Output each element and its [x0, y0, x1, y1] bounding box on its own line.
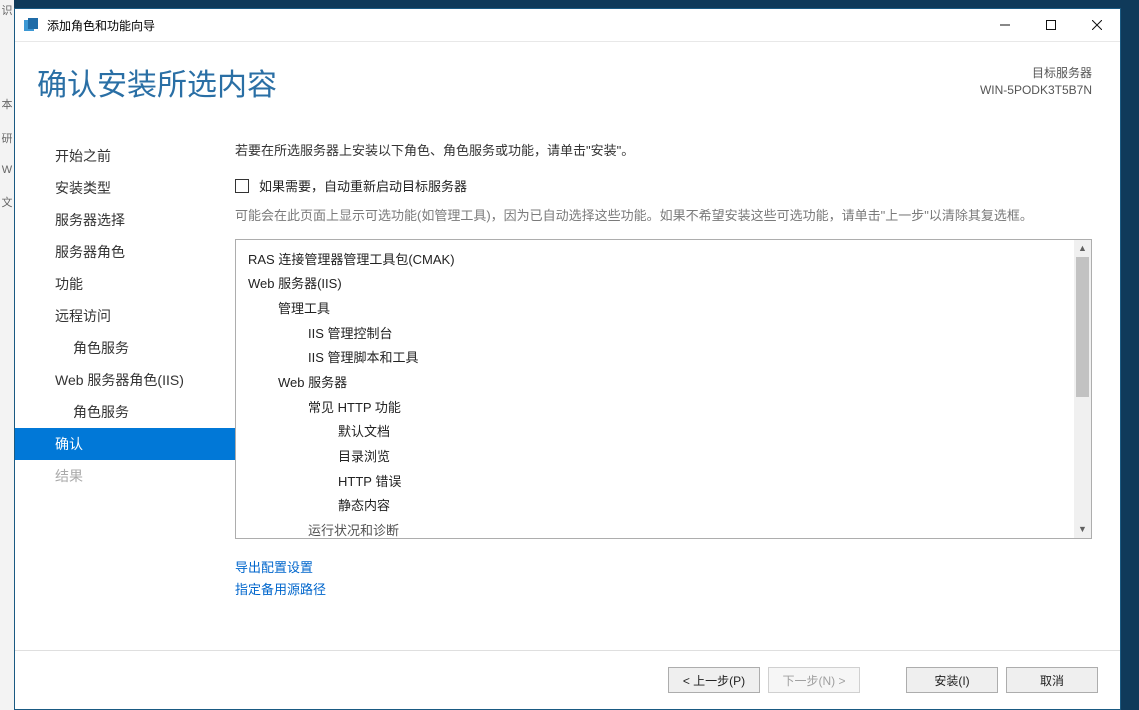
auto-restart-checkbox[interactable]: 如果需要，自动重新启动目标服务器 [235, 176, 1092, 195]
background-window-edge: 识 本 研 W 文 [0, 0, 15, 710]
nav-before-you-begin[interactable]: 开始之前 [15, 140, 235, 172]
tree-item: 管理工具 [248, 297, 1074, 322]
app-icon [23, 17, 39, 33]
scroll-down-arrow[interactable]: ▼ [1074, 521, 1091, 538]
nav-ra-role-services[interactable]: 角色服务 [15, 332, 235, 364]
selections-tree: RAS 连接管理器管理工具包(CMAK)Web 服务器(IIS)管理工具IIS … [235, 239, 1092, 539]
body: 开始之前安装类型服务器选择服务器角色功能远程访问角色服务Web 服务器角色(II… [15, 122, 1120, 650]
page-title: 确认安装所选内容 [37, 60, 277, 104]
export-config-link[interactable]: 导出配置设置 [235, 557, 1092, 579]
nav-installation-type[interactable]: 安装类型 [15, 172, 235, 204]
wizard-window: 添加角色和功能向导 确认安装所选内容 目标服务器 WIN-5PODK3T5B7N… [14, 8, 1121, 710]
scrollbar[interactable]: ▲ ▼ [1074, 240, 1091, 538]
header-band: 确认安装所选内容 目标服务器 WIN-5PODK3T5B7N [15, 42, 1120, 122]
target-server-info: 目标服务器 WIN-5PODK3T5B7N [980, 65, 1092, 99]
nav-results: 结果 [15, 460, 235, 492]
tree-item: RAS 连接管理器管理工具包(CMAK) [248, 248, 1074, 273]
sidebar: 开始之前安装类型服务器选择服务器角色功能远程访问角色服务Web 服务器角色(II… [15, 122, 235, 650]
footer: < 上一步(P) 下一步(N) > 安装(I) 取消 [15, 650, 1120, 709]
tree-item: IIS 管理脚本和工具 [248, 346, 1074, 371]
tree-item: 默认文档 [248, 420, 1074, 445]
checkbox-box[interactable] [235, 179, 249, 193]
alternate-source-link[interactable]: 指定备用源路径 [235, 579, 1092, 601]
cancel-button[interactable]: 取消 [1006, 667, 1098, 693]
close-button[interactable] [1074, 9, 1120, 41]
window-title: 添加角色和功能向导 [47, 17, 155, 34]
nav-server-roles[interactable]: 服务器角色 [15, 236, 235, 268]
main-panel: 若要在所选服务器上安装以下角色、角色服务或功能，请单击"安装"。 如果需要，自动… [235, 122, 1120, 650]
nav-confirmation[interactable]: 确认 [15, 428, 235, 460]
tree-item: 常见 HTTP 功能 [248, 396, 1074, 421]
tree-item: HTTP 错误 [248, 470, 1074, 495]
target-server-name: WIN-5PODK3T5B7N [980, 82, 1092, 99]
tree-item: 静态内容 [248, 494, 1074, 519]
instruction-text: 若要在所选服务器上安装以下角色、角色服务或功能，请单击"安装"。 [235, 140, 1092, 162]
scroll-thumb[interactable] [1076, 257, 1089, 397]
tree-item: IIS 管理控制台 [248, 322, 1074, 347]
tree-item: 目录浏览 [248, 445, 1074, 470]
nav-iis-role-services[interactable]: 角色服务 [15, 396, 235, 428]
optional-features-note: 可能会在此页面上显示可选功能(如管理工具)，因为已自动选择这些功能。如果不希望安… [235, 205, 1092, 226]
auto-restart-label: 如果需要，自动重新启动目标服务器 [259, 176, 467, 195]
tree-item: 运行状况和诊断 [248, 519, 1074, 537]
selections-tree-content: RAS 连接管理器管理工具包(CMAK)Web 服务器(IIS)管理工具IIS … [236, 240, 1074, 538]
next-button: 下一步(N) > [768, 667, 860, 693]
action-links: 导出配置设置 指定备用源路径 [235, 557, 1092, 601]
target-server-label: 目标服务器 [980, 65, 1092, 82]
scroll-up-arrow[interactable]: ▲ [1074, 240, 1091, 257]
nav-server-selection[interactable]: 服务器选择 [15, 204, 235, 236]
nav-features[interactable]: 功能 [15, 268, 235, 300]
nav-web-server-iis[interactable]: Web 服务器角色(IIS) [15, 364, 235, 396]
install-button[interactable]: 安装(I) [906, 667, 998, 693]
maximize-button[interactable] [1028, 9, 1074, 41]
minimize-button[interactable] [982, 9, 1028, 41]
tree-item: Web 服务器 [248, 371, 1074, 396]
previous-button[interactable]: < 上一步(P) [668, 667, 760, 693]
titlebar: 添加角色和功能向导 [15, 9, 1120, 42]
nav-remote-access[interactable]: 远程访问 [15, 300, 235, 332]
tree-item: Web 服务器(IIS) [248, 272, 1074, 297]
